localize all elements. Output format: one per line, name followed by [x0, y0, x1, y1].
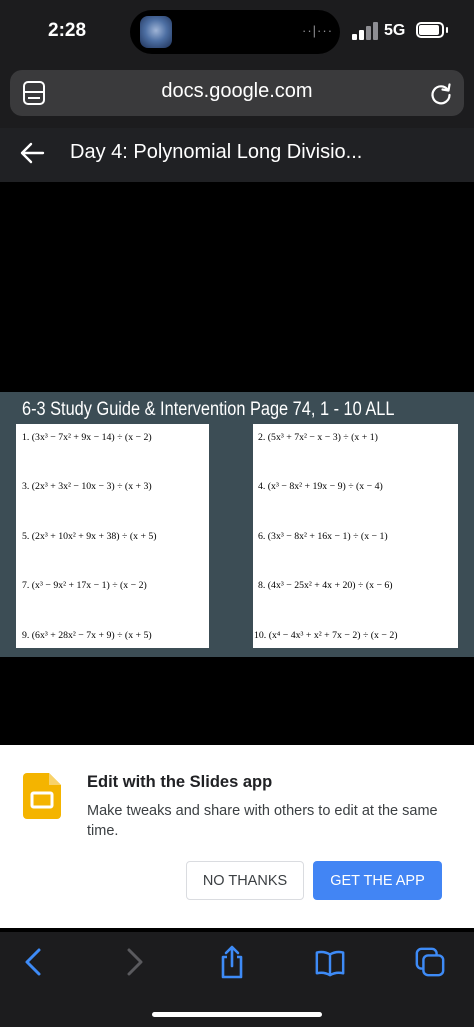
- tab-switcher-icon[interactable]: [414, 945, 446, 979]
- problem-5: 5. (2x³ + 10x² + 9x + 38) ÷ (x + 5): [22, 531, 157, 542]
- battery-level: [419, 25, 439, 35]
- banner-description: Make tweaks and share with others to edi…: [87, 803, 438, 839]
- banner-title: Edit with the Slides app: [87, 773, 273, 791]
- book-icon[interactable]: [314, 945, 346, 979]
- arrow-left-icon[interactable]: [18, 140, 46, 166]
- url-text[interactable]: docs.google.com: [0, 80, 474, 103]
- problem-10: 10. (x⁴ − 4x³ + x² + 7x − 2) ÷ (x − 2): [254, 630, 398, 641]
- no-thanks-button[interactable]: NO THANKS: [186, 861, 304, 900]
- google-slides-icon: [23, 773, 61, 819]
- problem-4: 4. (x³ − 8x² + 19x − 9) ÷ (x − 4): [258, 481, 383, 492]
- cellular-signal-icon: [352, 22, 378, 40]
- share-icon[interactable]: [216, 945, 248, 979]
- battery-tip: [446, 27, 448, 33]
- problem-6: 6. (3x³ − 8x² + 16x − 1) ÷ (x − 1): [258, 531, 388, 542]
- status-time: 2:28: [48, 20, 87, 41]
- problems-panel-right: 2. (5x³ + 7x² − x − 3) ÷ (x + 1) 4. (x³ …: [253, 424, 458, 648]
- problem-3: 3. (2x³ + 3x² − 10x − 3) ÷ (x + 3): [22, 481, 152, 492]
- chevron-right-icon[interactable]: [118, 945, 150, 979]
- network-type: 5G: [384, 22, 406, 39]
- document-title: Day 4: Polynomial Long Divisio...: [70, 141, 363, 163]
- now-playing-artwork: [140, 16, 172, 48]
- get-the-app-button[interactable]: GET THE APP: [313, 861, 442, 900]
- slide-title: 6-3 Study Guide & Intervention Page 74, …: [22, 399, 395, 420]
- chevron-left-icon[interactable]: [18, 945, 50, 979]
- problem-9: 9. (6x³ + 28x² − 7x + 9) ÷ (x + 5): [22, 630, 152, 641]
- reload-icon[interactable]: [428, 81, 454, 107]
- problem-2: 2. (5x³ + 7x² − x − 3) ÷ (x + 1): [258, 432, 378, 443]
- problem-1: 1. (3x³ − 7x² + 9x − 14) ÷ (x − 2): [22, 432, 152, 443]
- problem-7: 7. (x³ − 9x² + 17x − 1) ÷ (x − 2): [22, 580, 147, 591]
- audio-wave-icon: ··|···: [302, 23, 334, 38]
- problems-panel-left: 1. (3x³ − 7x² + 9x − 14) ÷ (x − 2) 3. (2…: [16, 424, 209, 648]
- home-indicator: [152, 1012, 322, 1017]
- problem-8: 8. (4x³ − 25x² + 4x + 20) ÷ (x − 6): [258, 580, 393, 591]
